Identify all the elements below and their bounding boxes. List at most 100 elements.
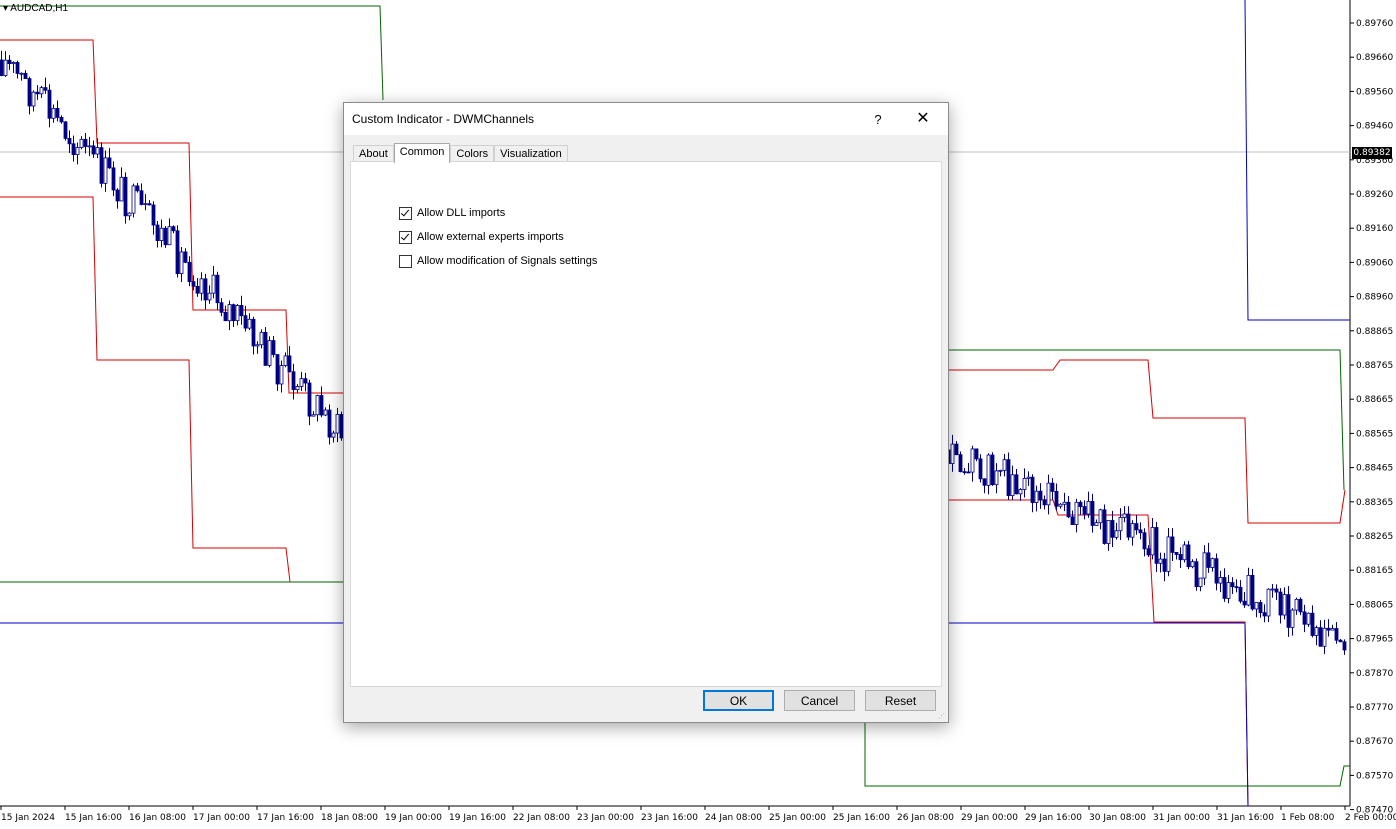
candle-body — [1222, 577, 1227, 599]
candle-body — [239, 305, 244, 317]
candle-body — [1242, 600, 1247, 606]
candle-body — [123, 176, 128, 217]
allow-dll-imports-checkbox[interactable] — [399, 206, 412, 220]
candle-body — [1026, 476, 1031, 479]
allow-external-experts-option[interactable]: Allow external experts imports — [399, 229, 564, 245]
candle-body — [1090, 501, 1095, 526]
allow-dll-imports-option[interactable]: Allow DLL imports — [399, 205, 505, 221]
reset-button[interactable]: Reset — [865, 690, 936, 711]
time-tick-label: 23 Jan 00:00 — [577, 813, 634, 823]
time-tick-label: 29 Jan 00:00 — [961, 813, 1018, 823]
candle-body — [95, 147, 100, 155]
candle-body — [1062, 501, 1067, 505]
candle-body — [1294, 598, 1299, 611]
candle-body — [171, 226, 176, 232]
help-button[interactable]: ? — [864, 109, 892, 131]
candle-body — [251, 318, 256, 347]
candle-body — [71, 143, 76, 156]
candle-body — [243, 315, 248, 329]
tab-common[interactable]: Common — [393, 143, 451, 163]
candle-body — [1154, 527, 1159, 564]
allow-signals-modification-option[interactable]: Allow modification of Signals settings — [399, 253, 597, 269]
candle-body — [1046, 482, 1051, 506]
allow-signals-modification-checkbox[interactable] — [399, 254, 412, 268]
candle-body — [279, 365, 284, 385]
time-tick-label: 15 Jan 2024 — [1, 813, 55, 823]
candle-body — [295, 386, 300, 391]
candle-body — [1030, 476, 1035, 503]
candle-body — [1094, 522, 1099, 526]
price-tick-label: 0.88465 — [1356, 464, 1393, 474]
indicator-dialog: Custom Indicator - DWMChannels ? ✕ About… — [343, 102, 949, 723]
candle-body — [299, 378, 304, 387]
symbol-label: ▾ AUDCAD,H1 — [3, 3, 68, 14]
candle-body — [119, 176, 124, 202]
candle-body — [79, 138, 84, 148]
candle-body — [175, 230, 180, 274]
candle-body — [3, 59, 8, 76]
price-tick-label: 0.89160 — [1356, 224, 1393, 234]
candle-body — [1342, 641, 1347, 651]
price-tick-label: 0.89560 — [1356, 87, 1393, 97]
candle-body — [1270, 588, 1275, 591]
candle-body — [958, 454, 963, 473]
candle-body — [195, 285, 200, 294]
candle-body — [1102, 509, 1107, 544]
price-tick-label: 0.88960 — [1356, 293, 1393, 303]
close-button[interactable]: ✕ — [908, 107, 938, 131]
price-tick-label: 0.89260 — [1356, 190, 1393, 200]
candle-body — [1086, 501, 1091, 515]
candle-body — [159, 227, 164, 241]
candle-body — [1134, 523, 1139, 531]
candle-body — [1010, 474, 1015, 497]
candle-body — [1170, 536, 1175, 553]
candle-body — [51, 108, 56, 119]
ok-button[interactable]: OK — [703, 690, 774, 711]
price-tick-label: 0.87770 — [1356, 703, 1393, 713]
candle-body — [1150, 527, 1155, 556]
price-tick-label: 0.88665 — [1356, 395, 1393, 405]
candle-body — [75, 147, 80, 156]
candle-body — [1238, 586, 1243, 602]
candle-body — [1074, 501, 1079, 525]
candle-body — [135, 185, 140, 192]
candle-body — [215, 274, 220, 304]
candle-body — [1118, 517, 1123, 532]
time-tick-label: 17 Jan 00:00 — [193, 813, 250, 823]
candle-body — [1218, 577, 1223, 584]
candle-body — [287, 355, 292, 373]
candle-body — [271, 340, 276, 355]
allow-dll-imports-label: Allow DLL imports — [417, 207, 506, 219]
candle-body — [151, 204, 156, 226]
dropdown-arrow-icon[interactable]: ▾ — [3, 3, 8, 14]
time-tick-label: 25 Jan 16:00 — [833, 813, 890, 823]
candle-body — [1186, 544, 1191, 568]
candle-body — [315, 395, 320, 416]
dialog-titlebar[interactable]: Custom Indicator - DWMChannels ? ✕ — [344, 103, 948, 135]
candle-body — [1018, 489, 1023, 495]
candle-body — [31, 91, 36, 107]
cancel-button[interactable]: Cancel — [784, 690, 855, 711]
time-tick-label: 2 Feb 00:00 — [1345, 813, 1396, 823]
candle-body — [83, 138, 88, 147]
price-tick-label: 0.88365 — [1356, 498, 1393, 508]
time-tick-label: 18 Jan 08:00 — [321, 813, 378, 823]
allow-external-experts-checkbox[interactable] — [399, 230, 412, 244]
candle-body — [1278, 591, 1283, 616]
candle-body — [275, 354, 280, 385]
candle-body — [1318, 627, 1323, 647]
candle-body — [1082, 506, 1087, 515]
current-price-badge: 0.89382 — [1352, 147, 1392, 159]
resize-grip-icon[interactable]: ⋰ — [938, 712, 946, 720]
candle-body — [1138, 529, 1143, 534]
candle-body — [1290, 609, 1295, 628]
candle-body — [1070, 516, 1075, 525]
candle-body — [1194, 561, 1199, 588]
candle-body — [1198, 577, 1203, 588]
candle-body — [1250, 574, 1255, 610]
price-tick-label: 0.88765 — [1356, 361, 1393, 371]
candle-body — [1006, 459, 1011, 497]
candle-body — [1302, 611, 1307, 625]
candle-body — [970, 448, 975, 473]
candle-body — [1326, 627, 1331, 631]
